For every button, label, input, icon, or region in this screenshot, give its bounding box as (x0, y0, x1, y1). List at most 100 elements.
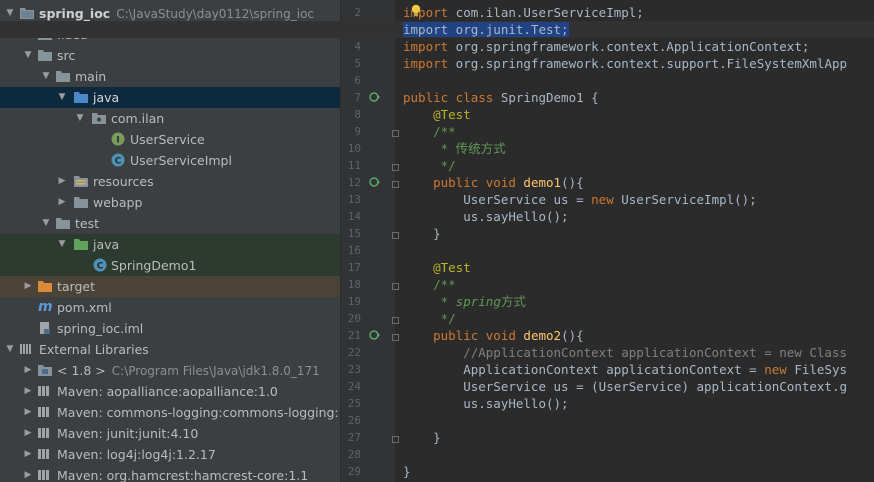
run-gutter-icon[interactable] (369, 91, 381, 103)
fold-icon[interactable] (392, 232, 399, 239)
code-line[interactable]: /** (403, 123, 456, 140)
tree-item-java-main[interactable]: ▼ java (0, 87, 340, 108)
code-line[interactable]: */ (403, 310, 456, 327)
tree-item-library[interactable]: ▶ Maven: commons-logging:commons-logging… (0, 402, 340, 423)
fold-icon[interactable] (392, 181, 399, 188)
fold-icon[interactable] (392, 317, 399, 324)
code-line[interactable]: } (403, 463, 411, 480)
tree-item-springdemo1[interactable]: C SpringDemo1 (0, 255, 340, 276)
tree-item-label: webapp (93, 195, 143, 210)
chevron-right-icon[interactable]: ▶ (56, 171, 68, 192)
bulb-icon[interactable] (410, 4, 422, 18)
code-line[interactable]: /** (403, 276, 456, 293)
line-number: 28 (347, 448, 361, 461)
code-line-selected[interactable]: import org.junit.Test; (403, 21, 569, 38)
tree-item-jdk[interactable]: ▶ < 1.8 > C:\Program Files\Java\jdk1.8.0_… (0, 360, 340, 381)
project-root-name: spring_ioc (39, 6, 111, 21)
folder-icon (38, 50, 52, 61)
tree-item-target[interactable]: ▶ target (0, 276, 340, 297)
chevron-down-icon[interactable]: ▼ (4, 339, 16, 360)
fold-icon[interactable] (392, 436, 399, 443)
code-line[interactable]: @Test (403, 259, 471, 276)
tree-item-iml[interactable]: spring_ioc.iml (0, 318, 340, 339)
code-line[interactable]: public void demo1(){ (403, 174, 584, 191)
line-number: 2 (354, 6, 361, 19)
chevron-right-icon[interactable]: ▶ (56, 192, 68, 213)
module-file-icon (40, 322, 50, 334)
code-line[interactable]: us.sayHello(); (403, 395, 568, 412)
chevron-down-icon[interactable]: ▼ (56, 87, 68, 108)
tree-item-label: Maven: aopalliance:aopalliance:1.0 (57, 384, 278, 399)
line-number: 26 (347, 414, 361, 427)
code-line[interactable]: } (403, 225, 441, 242)
chevron-down-icon[interactable]: ▼ (40, 213, 52, 234)
jdk-path: C:\Program Files\Java\jdk1.8.0_171 (111, 364, 320, 378)
code-line[interactable]: public void demo2(){ (403, 327, 584, 344)
code-line[interactable]: @Test (403, 106, 471, 123)
tree-item-pom[interactable]: m pom.xml (0, 297, 340, 318)
tree-item-test[interactable]: ▼ test (0, 213, 340, 234)
code-line[interactable]: * 传统方式 (403, 140, 506, 157)
chevron-right-icon[interactable]: ▶ (22, 444, 34, 465)
run-gutter-icon[interactable] (369, 329, 381, 341)
line-number: 8 (354, 108, 361, 121)
code-line[interactable]: import com.ilan.UserServiceImpl; (403, 4, 644, 21)
fold-icon[interactable] (392, 164, 399, 171)
code-line[interactable]: ApplicationContext applicationContext = … (403, 361, 847, 378)
line-number: 13 (347, 193, 361, 206)
tree-item-library[interactable]: ▶ Maven: junit:junit:4.10 (0, 423, 340, 444)
tree-item-webapp[interactable]: ▶ webapp (0, 192, 340, 213)
tree-item-label: pom.xml (57, 300, 112, 315)
source-folder-icon (74, 92, 88, 103)
tree-item-library[interactable]: ▶ Maven: aopalliance:aopalliance:1.0 (0, 381, 340, 402)
chevron-right-icon[interactable]: ▶ (22, 402, 34, 423)
code-line[interactable]: us.sayHello(); (403, 208, 568, 225)
tree-item-label: target (57, 279, 96, 294)
code-line[interactable]: import org.springframework.context.suppo… (403, 55, 847, 72)
chevron-down-icon[interactable]: ▼ (22, 45, 34, 66)
line-number: 20 (347, 312, 361, 325)
chevron-down-icon[interactable]: ▼ (56, 234, 68, 255)
fold-icon[interactable] (392, 130, 399, 137)
code-line[interactable]: UserService us = new UserServiceImpl(); (403, 191, 757, 208)
code-line[interactable]: UserService us = (UserService) applicati… (403, 378, 847, 395)
folder-icon (20, 8, 34, 19)
code-line[interactable]: */ (403, 157, 456, 174)
class-icon: C (111, 153, 125, 167)
tree-item-library[interactable]: ▶ Maven: log4j:log4j:1.2.17 (0, 444, 340, 465)
tree-item-label: java (93, 90, 120, 105)
chevron-right-icon[interactable]: ▶ (22, 381, 34, 402)
chevron-right-icon[interactable]: ▶ (22, 465, 34, 482)
line-number: 12 (347, 176, 361, 189)
tree-item-resources[interactable]: ▶ resources (0, 171, 340, 192)
jdk-label: < 1.8 > (57, 363, 106, 378)
chevron-right-icon[interactable]: ▶ (22, 276, 34, 297)
tree-item-main[interactable]: ▼ main (0, 66, 340, 87)
tree-item-library[interactable]: ▶ Maven: org.hamcrest:hamcrest-core:1.1 (0, 465, 340, 482)
code-line[interactable]: import org.springframework.context.Appli… (403, 38, 809, 55)
tree-item-src[interactable]: ▼ src (0, 45, 340, 66)
tree-item-label: test (75, 216, 100, 231)
run-gutter-icon[interactable] (369, 176, 381, 188)
tree-item-label: java (93, 237, 120, 252)
chevron-down-icon[interactable]: ▼ (40, 66, 52, 87)
tree-item-userservice[interactable]: I UserService (0, 129, 340, 150)
chevron-down-icon[interactable]: ▼ (74, 108, 86, 129)
chevron-right-icon[interactable]: ▶ (22, 423, 34, 444)
tree-item-java-test[interactable]: ▼ java (0, 234, 340, 255)
maven-library-icon (38, 449, 49, 459)
fold-icon[interactable] (392, 334, 399, 341)
code-line[interactable]: //ApplicationContext applicationContext … (403, 344, 847, 361)
tree-item-package[interactable]: ▼ com.ilan (0, 108, 340, 129)
code-line[interactable]: * spring方式 (403, 293, 526, 310)
line-number: 6 (354, 74, 361, 87)
fold-icon[interactable] (392, 283, 399, 290)
line-number: 14 (347, 210, 361, 223)
tree-item-userserviceimpl[interactable]: C UserServiceImpl (0, 150, 340, 171)
excluded-folder-icon (38, 281, 52, 292)
chevron-right-icon[interactable]: ▶ (22, 360, 34, 381)
code-line[interactable]: } (403, 429, 441, 446)
code-line[interactable]: public class SpringDemo1 { (403, 89, 599, 106)
tree-item-label: UserService (130, 132, 205, 147)
tree-item-external-libraries[interactable]: ▼ External Libraries (0, 339, 340, 360)
